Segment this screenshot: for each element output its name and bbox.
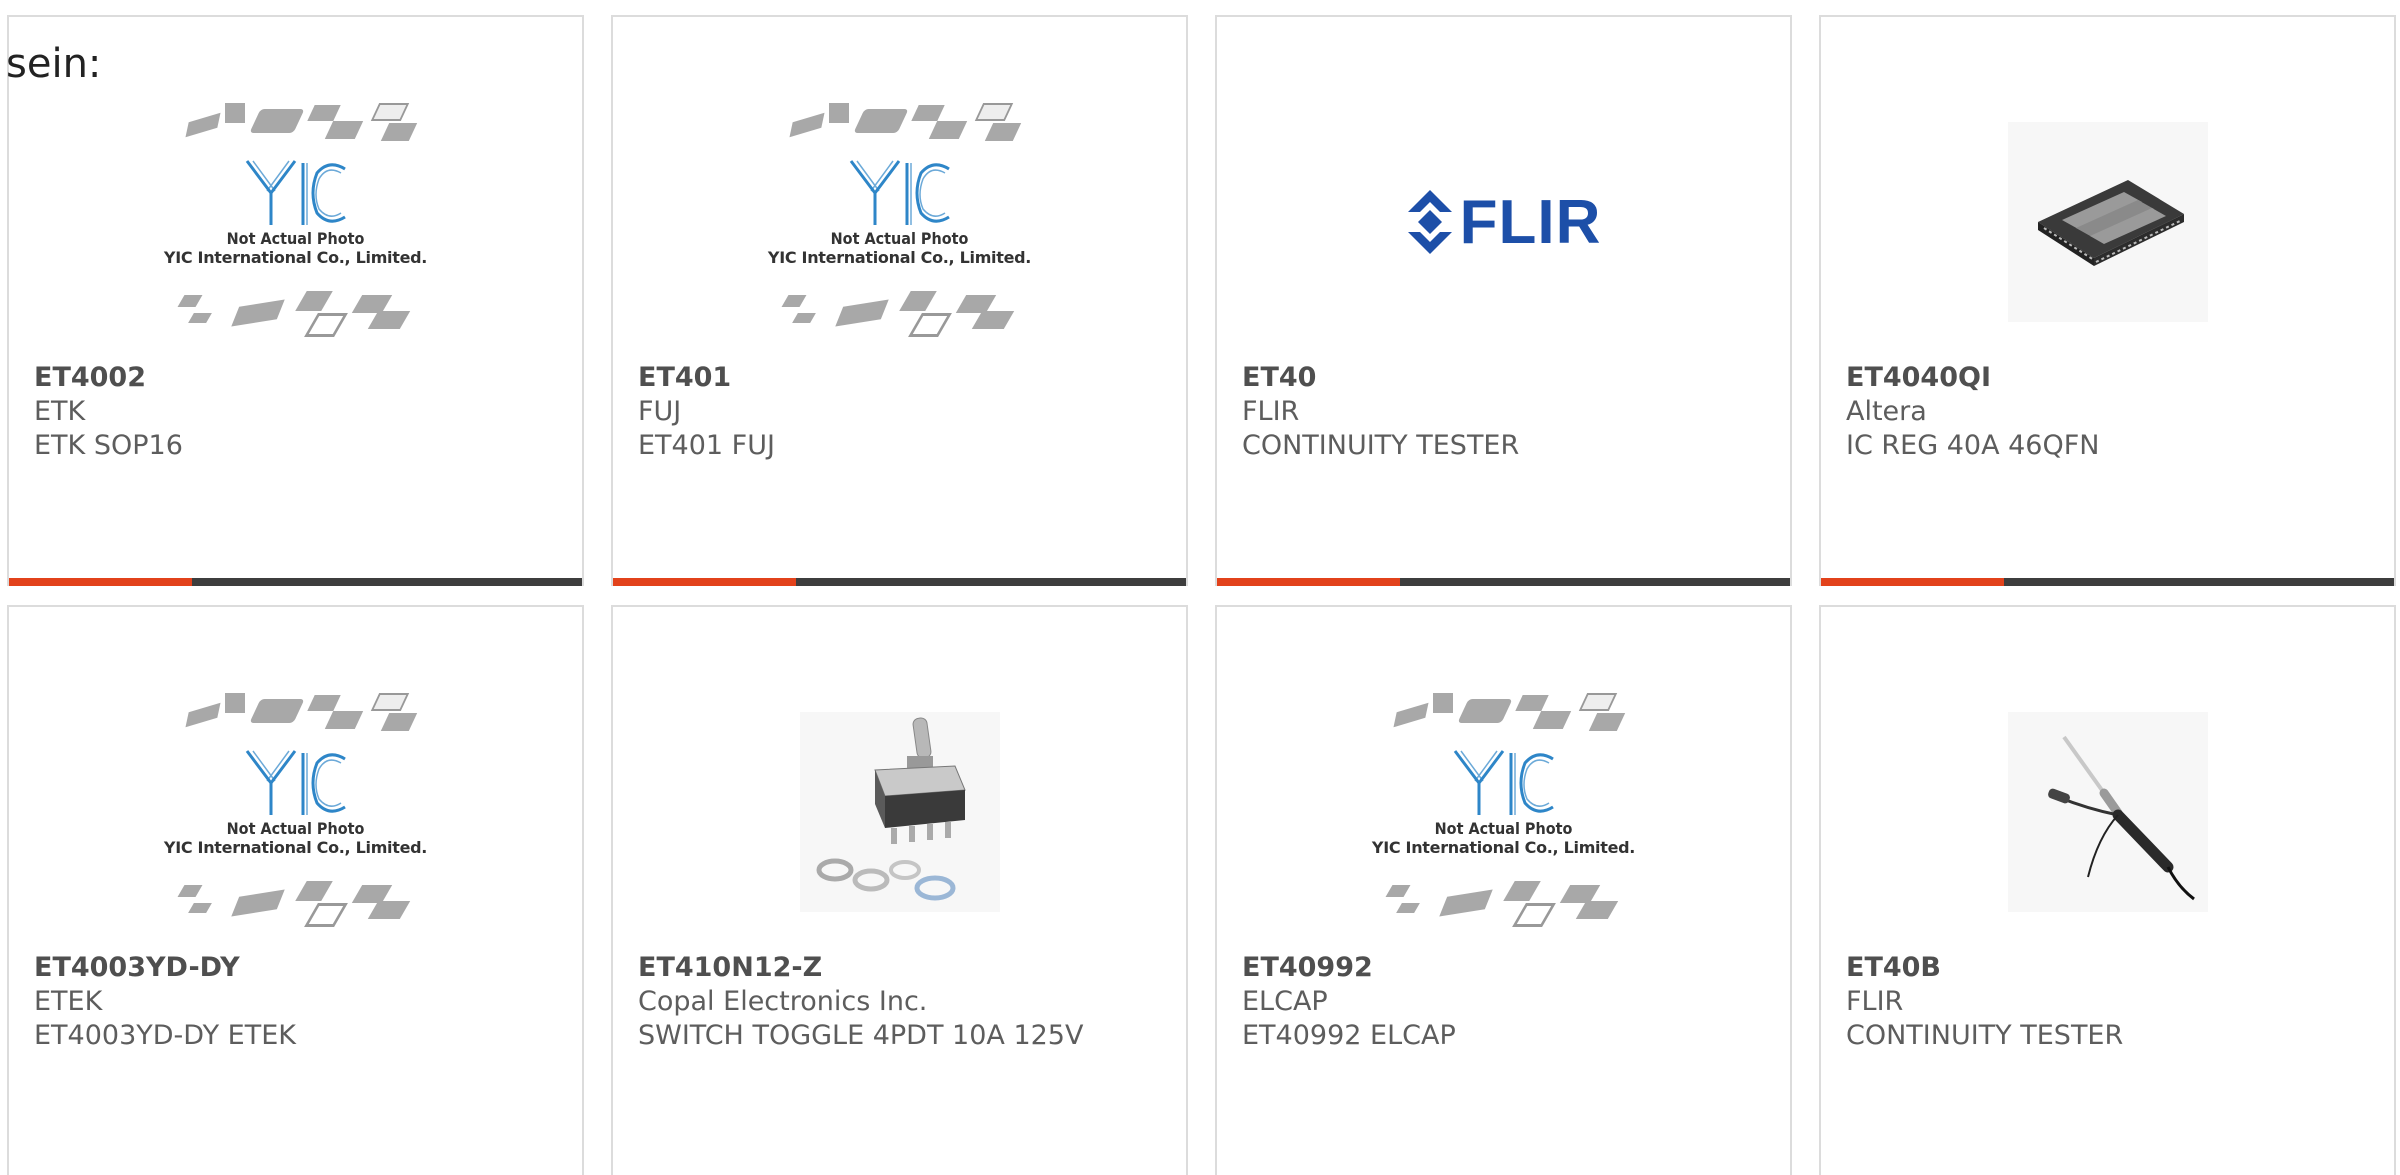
card-bottom-bar xyxy=(1217,578,1790,586)
product-card-et4003yd-dy[interactable]: Not Actual Photo YIC International Co., … xyxy=(7,605,584,1175)
product-card-et40992[interactable]: Not Actual Photo YIC International Co., … xyxy=(1215,605,1792,1175)
placeholder-image: Not Actual Photo YIC International Co., … xyxy=(161,689,431,935)
placeholder-image: Not Actual Photo YIC International Co., … xyxy=(161,99,431,345)
placeholder-caption-2: YIC International Co., Limited. xyxy=(767,248,1032,267)
description: ETK SOP16 xyxy=(34,430,183,461)
manufacturer: ETK xyxy=(34,396,86,427)
product-image[interactable]: Not Actual Photo YIC International Co., … xyxy=(9,667,582,957)
manufacturer: Copal Electronics Inc. xyxy=(638,986,928,1017)
yic-logo-icon xyxy=(849,160,950,225)
product-image[interactable]: Not Actual Photo YIC International Co., … xyxy=(9,77,582,367)
toggle-switch-icon xyxy=(816,717,966,901)
placeholder-caption-1: Not Actual Photo xyxy=(830,229,969,248)
placeholder-image: Not Actual Photo YIC International Co., … xyxy=(765,99,1035,345)
flir-logo-text: FLIR xyxy=(1459,187,1602,257)
manufacturer: FLIR xyxy=(1242,396,1300,427)
card-bottom-bar xyxy=(1821,578,2394,586)
description: CONTINUITY TESTER xyxy=(1242,430,1520,461)
placeholder-caption-2: YIC International Co., Limited. xyxy=(163,838,428,857)
manufacturer: Altera xyxy=(1846,396,1927,427)
tester-probe-icon xyxy=(2047,735,2195,901)
section-prefix-text: sein: xyxy=(6,41,102,87)
card-bottom-bar xyxy=(9,578,582,586)
description: ET401 FUJ xyxy=(638,430,775,461)
manufacturer: FLIR xyxy=(1846,986,1904,1017)
description: SWITCH TOGGLE 4PDT 10A 125V xyxy=(638,1020,1084,1051)
product-image[interactable] xyxy=(613,667,1186,957)
product-card-et4002[interactable]: Not Actual Photo YIC International Co., … xyxy=(7,15,584,586)
part-number[interactable]: ET4002 xyxy=(34,361,572,395)
description: ET40992 ELCAP xyxy=(1242,1020,1456,1051)
tester-probe-photo xyxy=(2007,712,2208,912)
placeholder-caption-2: YIC International Co., Limited. xyxy=(163,248,428,267)
yic-logo-icon xyxy=(1453,750,1554,815)
yic-logo-icon xyxy=(245,160,346,225)
product-image[interactable]: Not Actual Photo YIC International Co., … xyxy=(613,77,1186,367)
flir-logo: FLIR xyxy=(1406,187,1602,258)
yic-logo-icon xyxy=(245,750,346,815)
product-image[interactable] xyxy=(1821,77,2394,367)
placeholder-caption-1: Not Actual Photo xyxy=(226,819,365,838)
product-image[interactable] xyxy=(1821,667,2394,957)
description: CONTINUITY TESTER xyxy=(1846,1020,2124,1051)
manufacturer: ETEK xyxy=(34,986,103,1017)
qfn-chip-icon xyxy=(2037,180,2184,266)
part-number[interactable]: ET40992 xyxy=(1242,951,1780,985)
placeholder-caption-1: Not Actual Photo xyxy=(1434,819,1573,838)
part-number[interactable]: ET40B xyxy=(1846,951,2384,985)
product-image[interactable]: FLIR xyxy=(1217,77,1790,367)
part-number[interactable]: ET40 xyxy=(1242,361,1780,395)
flir-diamond-icon xyxy=(1407,190,1452,254)
description: IC REG 40A 46QFN xyxy=(1846,430,2100,461)
product-card-et401[interactable]: Not Actual Photo YIC International Co., … xyxy=(611,15,1188,586)
product-card-et410n12-z[interactable]: ET410N12-Z Copal Electronics Inc. SWITCH… xyxy=(611,605,1188,1175)
placeholder-caption-2: YIC International Co., Limited. xyxy=(1371,838,1636,857)
product-card-et4040qi[interactable]: ET4040QI Altera IC REG 40A 46QFN xyxy=(1819,15,2396,586)
product-card-et40[interactable]: FLIR ET40 FLIR CONTINUITY TESTER xyxy=(1215,15,1792,586)
card-bottom-bar xyxy=(613,578,1186,586)
part-number[interactable]: ET4003YD-DY xyxy=(34,951,572,985)
manufacturer: ELCAP xyxy=(1242,986,1328,1017)
product-image[interactable]: Not Actual Photo YIC International Co., … xyxy=(1217,667,1790,957)
placeholder-image: Not Actual Photo YIC International Co., … xyxy=(1369,689,1639,935)
description: ET4003YD-DY ETEK xyxy=(34,1020,296,1051)
product-card-et40b[interactable]: ET40B FLIR CONTINUITY TESTER xyxy=(1819,605,2396,1175)
manufacturer: FUJ xyxy=(638,396,682,427)
qfn-chip-photo xyxy=(2007,122,2208,322)
part-number[interactable]: ET401 xyxy=(638,361,1176,395)
toggle-switch-photo xyxy=(799,712,1000,912)
part-number[interactable]: ET4040QI xyxy=(1846,361,2384,395)
part-number[interactable]: ET410N12-Z xyxy=(638,951,1176,985)
placeholder-caption-1: Not Actual Photo xyxy=(226,229,365,248)
